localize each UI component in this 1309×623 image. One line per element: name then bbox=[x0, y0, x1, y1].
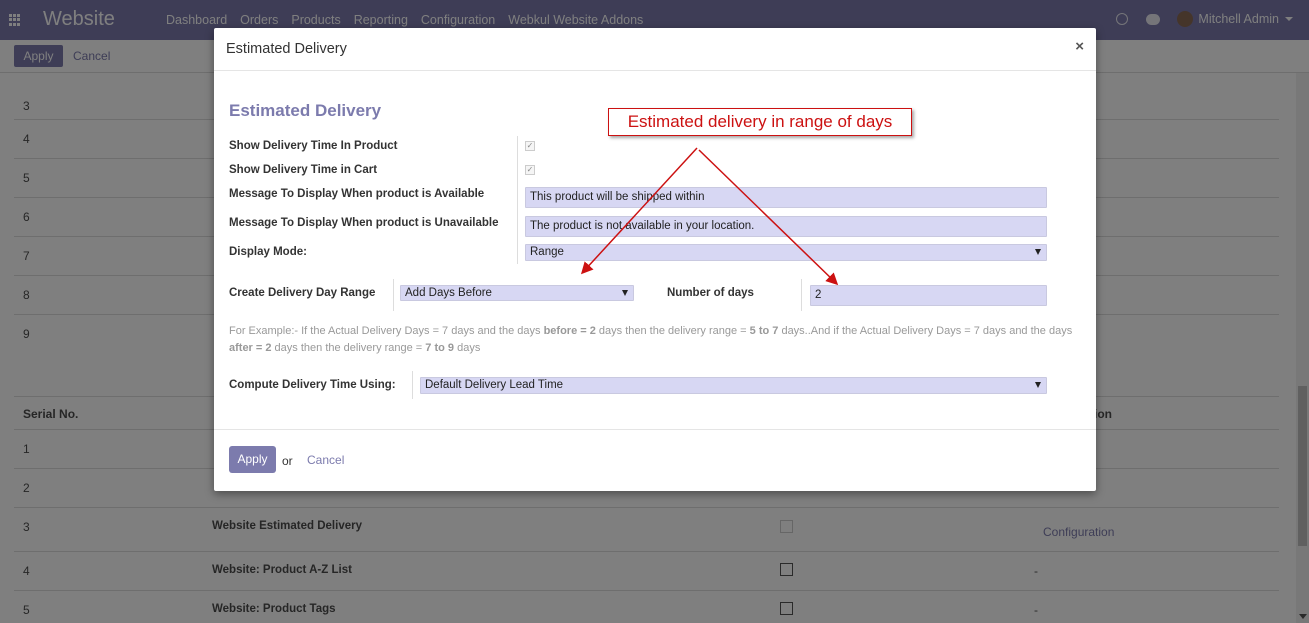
compute-using-label: Compute Delivery Time Using: bbox=[229, 379, 396, 391]
show-in-cart-checkbox[interactable]: ✓ bbox=[525, 165, 535, 175]
msg-unavailable-label: Message To Display When product is Unava… bbox=[229, 217, 499, 229]
display-mode-value: Range bbox=[530, 246, 564, 258]
estimated-delivery-dialog: Estimated Delivery × Estimated Delivery … bbox=[214, 28, 1096, 491]
show-in-product-label: Show Delivery Time In Product bbox=[229, 140, 398, 152]
show-in-product-checkbox[interactable]: ✓ bbox=[525, 141, 535, 151]
field-divider bbox=[517, 136, 518, 264]
number-of-days-label: Number of days bbox=[667, 287, 754, 299]
msg-available-input[interactable]: This product will be shipped within bbox=[525, 187, 1047, 208]
modal-title: Estimated Delivery bbox=[226, 41, 347, 57]
field-divider bbox=[412, 371, 413, 399]
close-icon[interactable]: × bbox=[1075, 38, 1084, 55]
modal-header: Estimated Delivery × bbox=[214, 28, 1096, 71]
dropdown-caret-icon bbox=[1035, 249, 1041, 255]
field-divider bbox=[801, 279, 802, 311]
modal-footer: Apply or Cancel bbox=[214, 429, 1096, 491]
cancel-button[interactable]: Cancel bbox=[307, 453, 344, 467]
day-range-label: Create Delivery Day Range bbox=[229, 287, 376, 299]
display-mode-label: Display Mode: bbox=[229, 246, 307, 258]
day-range-value: Add Days Before bbox=[405, 287, 492, 299]
or-text: or bbox=[282, 454, 293, 468]
display-mode-select[interactable]: Range bbox=[525, 244, 1047, 261]
show-in-cart-label: Show Delivery Time in Cart bbox=[229, 164, 378, 176]
delivery-range-help-text: For Example:- If the Actual Delivery Day… bbox=[229, 325, 1073, 354]
field-divider bbox=[393, 279, 394, 311]
dropdown-caret-icon bbox=[1035, 382, 1041, 388]
annotation-callout: Estimated delivery in range of days bbox=[608, 108, 912, 136]
number-of-days-input[interactable]: 2 bbox=[810, 285, 1047, 306]
section-title: Estimated Delivery bbox=[229, 101, 382, 120]
day-range-select[interactable]: Add Days Before bbox=[400, 285, 634, 301]
msg-available-label: Message To Display When product is Avail… bbox=[229, 188, 485, 200]
compute-using-select[interactable]: Default Delivery Lead Time bbox=[420, 377, 1047, 394]
msg-unavailable-input[interactable]: The product is not available in your loc… bbox=[525, 216, 1047, 237]
compute-using-value: Default Delivery Lead Time bbox=[425, 379, 564, 391]
dropdown-caret-icon bbox=[622, 290, 628, 296]
apply-button[interactable]: Apply bbox=[229, 446, 276, 473]
